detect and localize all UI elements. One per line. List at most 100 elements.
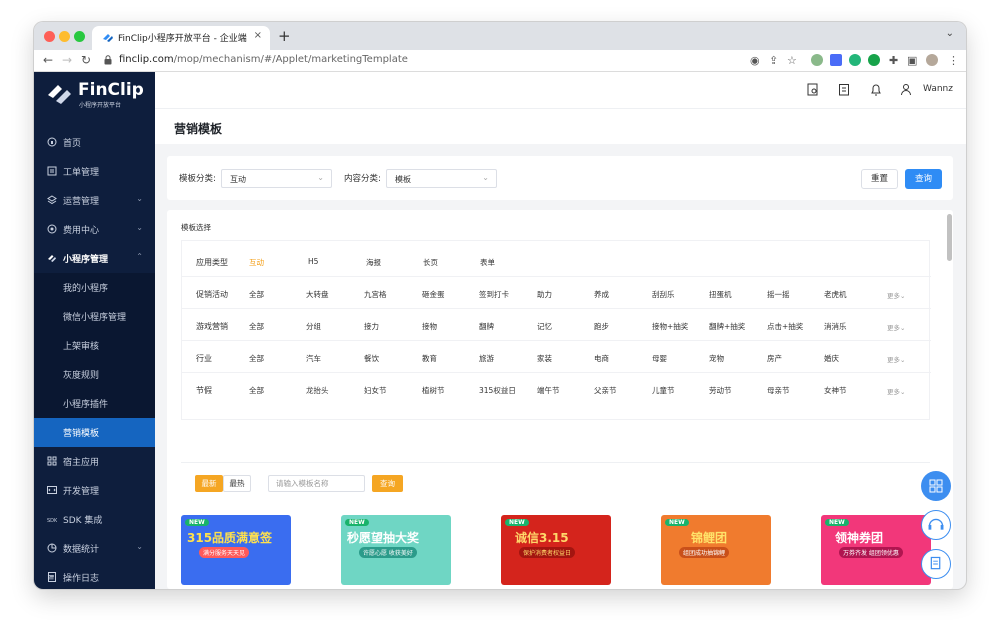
filter-option[interactable]: 消消乐 [824,321,847,332]
filter-option[interactable]: 点击+抽奖 [767,321,803,332]
filter-option[interactable]: 翻牌 [479,321,494,332]
sidebar-item-tickets[interactable]: 工单管理 [34,157,155,186]
lock-icon[interactable] [104,55,112,65]
filter-option[interactable]: 接物+抽奖 [652,321,688,332]
filter-option[interactable]: 龙抬头 [306,385,329,396]
filter-option[interactable]: 房产 [767,353,782,364]
tab-close-icon[interactable]: × [254,30,262,41]
filter-option[interactable]: 签到打卡 [479,289,509,300]
sidebar-item-sdk[interactable]: SDK SDK 集成 [34,505,155,534]
bell-icon[interactable] [870,83,882,96]
filter-option[interactable]: 全部 [249,385,264,396]
filter-option[interactable]: 电商 [594,353,609,364]
filter-option[interactable]: 宠物 [709,353,724,364]
sidebar-subitem-wechat-miniprograms[interactable]: 微信小程序管理 [34,302,155,331]
sidebar-item-miniprogram[interactable]: 小程序管理 ⌃ [34,244,155,273]
sidebar-item-home[interactable]: 首页 [34,128,155,157]
panel-scrollbar[interactable] [947,214,952,261]
filter-option[interactable]: 扭蛋机 [709,289,732,300]
filter-option[interactable]: 全部 [249,289,264,300]
filter-option[interactable]: 记忆 [537,321,552,332]
filter-option[interactable]: 刮刮乐 [652,289,675,300]
filter-option[interactable]: 老虎机 [824,289,847,300]
filter-option[interactable]: 家装 [537,353,552,364]
template-search-input[interactable]: 请输入模板名称 [268,475,365,492]
collapse-menu-icon[interactable]: ≡ [47,573,55,583]
extension-grammar-icon[interactable] [849,54,861,66]
template-card[interactable]: NEW 诚信3.15 保护消费者权益日 [501,515,611,585]
browser-tab[interactable]: FinClip小程序开放平台 - 企业端 × [92,26,270,50]
extension-vpn-icon[interactable] [868,54,880,66]
filter-option[interactable]: 儿童节 [652,385,675,396]
filter-option[interactable]: 父亲节 [594,385,617,396]
eye-icon[interactable]: ◉ [750,54,760,67]
filter-option[interactable]: 劳动节 [709,385,732,396]
template-card[interactable]: NEW 315品质满意签 满分服务天天见 [181,515,291,585]
filter-option[interactable]: 跑步 [594,321,609,332]
finclip-logo[interactable]: FinClip 小程序开放平台 [46,79,156,111]
sort-hottest-button[interactable]: 最热 [223,475,251,492]
back-arrow-icon[interactable]: ← [43,53,53,67]
filter-option-selected[interactable]: 互动 [249,257,264,268]
filter-option[interactable]: 养成 [594,289,609,300]
sidebar-item-operations[interactable]: 运营管理 ⌄ [34,186,155,215]
more-toggle[interactable]: 更多⌄ [887,290,905,300]
browser-menu-icon[interactable]: ⋮ [948,54,959,67]
profile-avatar[interactable] [926,54,938,66]
filter-option[interactable]: 汽车 [306,353,321,364]
zoom-window-button[interactable] [74,31,85,42]
reload-icon[interactable]: ↻ [81,53,91,67]
template-search-button[interactable]: 查询 [372,475,403,492]
close-window-button[interactable] [44,31,55,42]
sidebar-subitem-listing-review[interactable]: 上架审核 [34,331,155,360]
sidebar-item-dev-management[interactable]: 开发管理 [34,476,155,505]
filter-option[interactable]: 全部 [249,321,264,332]
username[interactable]: Wannz [923,84,953,94]
clipboard-icon[interactable] [838,83,850,96]
query-button[interactable]: 查询 [905,169,942,189]
sidebar-item-statistics[interactable]: 数据统计 ⌄ [34,534,155,563]
filter-option[interactable]: 砸金蛋 [422,289,445,300]
template-card[interactable]: NEW 秒愿望抽大奖 许愿心愿 收获美好 [341,515,451,585]
filter-option[interactable]: 长页 [423,257,438,268]
filter-option[interactable]: 表单 [480,257,495,268]
sidebar-subitem-marketing-templates[interactable]: 营销模板 [34,418,155,447]
quick-menu-button[interactable] [921,471,951,501]
docs-button[interactable] [921,549,951,579]
url-field[interactable]: finclip.com/mop/mechanism/#/Applet/marke… [119,54,408,65]
filter-option[interactable]: 端午节 [537,385,560,396]
filter-option[interactable]: 315权益日 [479,385,516,396]
sort-newest-button[interactable]: 最新 [195,475,223,492]
extension-green-icon[interactable] [811,54,823,66]
filter-option[interactable]: 接力 [364,321,379,332]
doc-search-icon[interactable] [807,83,819,96]
sidebar-item-host-apps[interactable]: 宿主应用 [34,447,155,476]
filter-option[interactable]: 教育 [422,353,437,364]
sidepanel-icon[interactable]: ▣ [907,54,917,67]
new-tab-button[interactable]: + [278,27,291,45]
filter-option[interactable]: 全部 [249,353,264,364]
filter-option[interactable]: 妇女节 [364,385,387,396]
filter-option[interactable]: 摇一摇 [767,289,790,300]
filter-option[interactable]: 旅游 [479,353,494,364]
forward-arrow-icon[interactable]: → [62,53,72,67]
filter-option[interactable]: 大转盘 [306,289,329,300]
filter-option[interactable]: 母亲节 [767,385,790,396]
category-select[interactable]: 互动 ⌄ [221,169,332,188]
content-select[interactable]: 模板 ⌄ [386,169,497,188]
bookmark-star-icon[interactable]: ☆ [787,54,797,67]
filter-option[interactable]: 接物 [422,321,437,332]
filter-option[interactable]: 海报 [366,257,381,268]
extension-blue-icon[interactable] [830,54,842,66]
filter-option[interactable]: 翻牌+抽奖 [709,321,745,332]
template-card[interactable]: NEW 锦鲤团 组团成功抽锦鲤 [661,515,771,585]
minimize-window-button[interactable] [59,31,70,42]
extensions-puzzle-icon[interactable]: ✚ [889,54,898,67]
filter-option[interactable]: 植树节 [422,385,445,396]
sidebar-subitem-plugins[interactable]: 小程序插件 [34,389,155,418]
filter-option[interactable]: 母婴 [652,353,667,364]
filter-option[interactable]: 分组 [306,321,321,332]
more-toggle[interactable]: 更多⌄ [887,354,905,364]
sidebar-item-billing[interactable]: 费用中心 ⌄ [34,215,155,244]
sidebar-subitem-gray-rules[interactable]: 灰度规则 [34,360,155,389]
